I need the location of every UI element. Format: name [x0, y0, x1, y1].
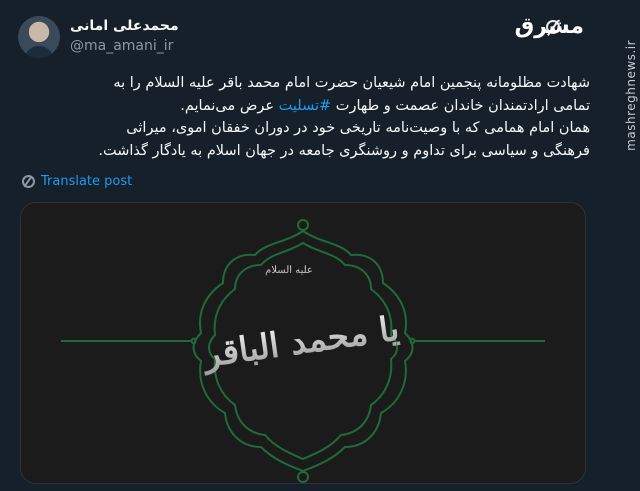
tweet-line-2-start: تمامی ارادتمندان خاندان عصمت و طهارت: [331, 97, 590, 114]
translate-label: Translate post: [41, 174, 133, 189]
side-watermark: mashreghnews.ir: [624, 40, 638, 151]
tweet-line-4: فرهنگی و سیاسی برای تداوم و روشنگری جامع…: [98, 142, 590, 159]
tweet-line-3: همان امام همامی که با وصیت‌نامه تاریخی خ…: [126, 120, 590, 136]
tweet-media-image[interactable]: عليه السلام یا محمد الباقر: [20, 202, 586, 484]
globe-icon: [22, 175, 35, 188]
user-name[interactable]: محمدعلی امانی: [70, 18, 179, 34]
translate-post-button[interactable]: Translate post: [22, 174, 132, 189]
user-info: محمدعلی امانی @ma_amani_ir: [70, 18, 179, 54]
user-handle[interactable]: @ma_amani_ir: [70, 38, 179, 54]
user-avatar[interactable]: [18, 16, 60, 58]
site-logo: مشرق: [514, 14, 584, 39]
tweet-line-1: شهادت مظلومانه پنجمین امام شیعیان حضرت ا…: [113, 75, 590, 91]
hashtag-link[interactable]: #تسلیت: [279, 98, 332, 114]
tweet-line-2: تمامی ارادتمندان خاندان عصمت و طهارت #تس…: [46, 95, 590, 118]
calligraphy-small: عليه السلام: [265, 265, 313, 276]
tweet-line-2-end: عرض می‌نمایم.: [180, 97, 279, 114]
avatar-figure: [24, 46, 54, 58]
tweet-text: شهادت مظلومانه پنجمین امام شیعیان حضرت ا…: [46, 72, 590, 162]
calligraphy-artwork: عليه السلام یا محمد الباقر: [21, 203, 585, 483]
